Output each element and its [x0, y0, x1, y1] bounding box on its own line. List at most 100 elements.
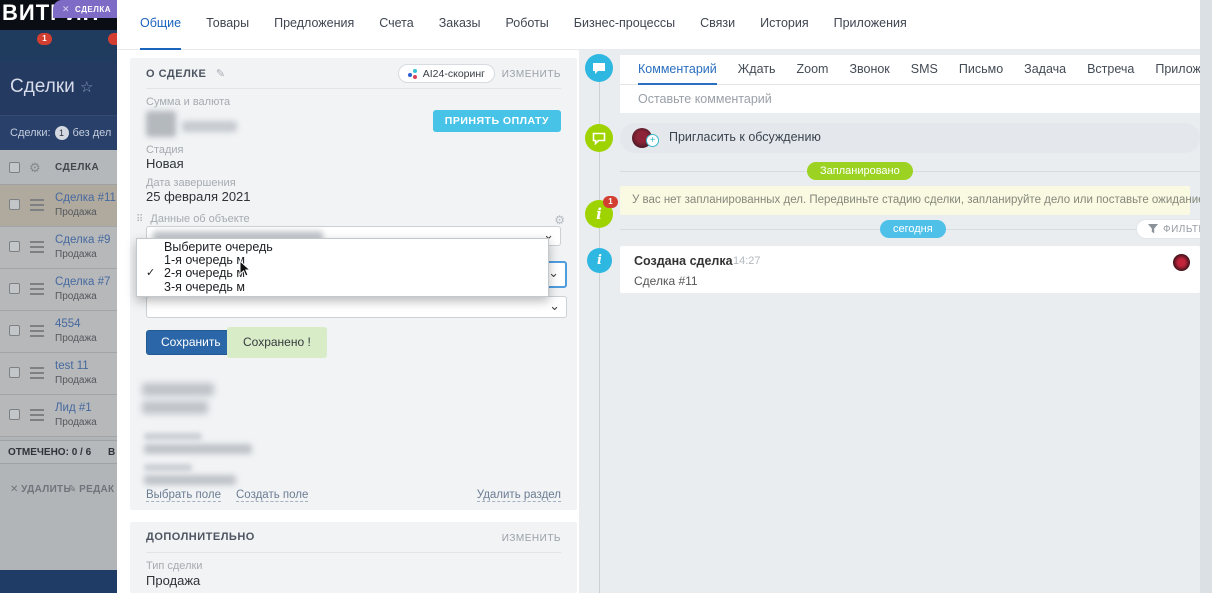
deal-link[interactable]: Сделка #11: [55, 192, 116, 204]
tab-biznes-processy[interactable]: Бизнес-процессы: [574, 0, 675, 50]
deal-link[interactable]: Сделка #7: [55, 276, 110, 288]
table-row[interactable]: Сделка #9 Продажа: [0, 227, 117, 269]
redacted-value: [144, 444, 252, 454]
saved-status-badge: Сохранено !: [227, 327, 327, 358]
today-badge[interactable]: сегодня: [880, 220, 946, 238]
counter-badge: 1: [54, 126, 69, 140]
tab-prilozheniya[interactable]: Приложения: [834, 0, 907, 50]
object-select-3[interactable]: ⌄: [146, 296, 567, 318]
table-row[interactable]: test 11 Продажа: [0, 353, 117, 395]
edit-section-link[interactable]: ИЗМЕНИТЬ: [502, 69, 561, 80]
row-checkbox[interactable]: [9, 241, 20, 252]
menu-icon[interactable]: [30, 241, 44, 256]
comment-placeholder: Оставьте комментарий: [638, 92, 772, 106]
stage-value[interactable]: Новая: [146, 156, 184, 171]
invite-label: Пригласить к обсуждению: [669, 130, 821, 144]
menu-icon[interactable]: [30, 283, 44, 298]
star-icon[interactable]: ☆: [80, 79, 93, 96]
table-row[interactable]: 4554 Продажа: [0, 311, 117, 353]
accept-payment-button[interactable]: ПРИНЯТЬ ОПЛАТУ: [432, 110, 561, 132]
delete-section-link[interactable]: Удалить раздел: [476, 489, 561, 502]
ai-scoring-icon: [407, 68, 418, 79]
deal-browser-tab[interactable]: ✕ СДЕЛКА: [53, 0, 117, 18]
invite-to-discussion[interactable]: + Пригласить к обсуждению: [620, 123, 1200, 153]
page-title: Сделки: [10, 76, 75, 97]
comment-bubble-icon: [585, 54, 613, 82]
redacted-field: [142, 383, 214, 396]
tl-tab-sms[interactable]: SMS: [911, 55, 938, 85]
event-time: 14:27: [733, 255, 761, 267]
row-checkbox[interactable]: [9, 283, 20, 294]
row-checkbox[interactable]: [9, 367, 20, 378]
close-icon[interactable]: ✕: [62, 4, 70, 15]
tab-zakazy[interactable]: Заказы: [439, 0, 481, 50]
tab-predlozheniya[interactable]: Предложения: [274, 0, 354, 50]
tab-roboty[interactable]: Роботы: [506, 0, 549, 50]
tab-tovary[interactable]: Товары: [206, 0, 249, 50]
gear-icon[interactable]: ⚙: [29, 160, 41, 176]
planned-badge: Запланировано: [807, 162, 913, 180]
tl-tab-call[interactable]: Звонок: [849, 55, 889, 85]
tab-svyazi[interactable]: Связи: [700, 0, 735, 50]
table-row[interactable]: Сделка #7 Продажа: [0, 269, 117, 311]
save-button[interactable]: Сохранить: [146, 330, 236, 355]
table-row[interactable]: Лид #1 Продажа: [0, 395, 117, 437]
counter-label: Сделки:: [10, 127, 51, 139]
deal-info-card: О СДЕЛКЕ ✎ AI24-скоринг ИЗМЕНИТЬ Сумма и…: [130, 58, 577, 510]
tl-tab-meeting[interactable]: Встреча: [1087, 55, 1134, 85]
menu-icon[interactable]: [30, 367, 44, 382]
delete-icon: ✕: [10, 484, 19, 495]
tl-tab-comment[interactable]: Комментарий: [638, 55, 717, 85]
planned-empty-notice: У вас нет запланированных дел. Передвинь…: [620, 186, 1208, 215]
object-data-row: ⠿ Данные об объекте ⚙: [136, 213, 565, 227]
row-checkbox[interactable]: [9, 325, 20, 336]
select-field-link[interactable]: Выбрать поле: [146, 489, 221, 502]
redacted-currency: [182, 121, 237, 132]
tab-obschie[interactable]: Общие: [140, 0, 182, 50]
chat-bubble-icon: [585, 124, 613, 152]
tl-tab-letter[interactable]: Письмо: [959, 55, 1003, 85]
deal-type-value[interactable]: Продажа: [146, 573, 200, 588]
gear-icon[interactable]: ⚙: [554, 213, 565, 227]
plus-icon: +: [646, 134, 659, 147]
funnel-icon: [1148, 224, 1158, 234]
section-title: О СДЕЛКЕ: [146, 68, 207, 80]
row-checkbox[interactable]: [9, 409, 20, 420]
comment-input[interactable]: Оставьте комментарий: [620, 85, 1200, 113]
create-field-link[interactable]: Создать поле: [236, 489, 309, 502]
deal-type: Продажа: [55, 417, 97, 428]
menu-icon[interactable]: [30, 409, 44, 424]
deal-link[interactable]: Лид #1: [55, 402, 92, 414]
edit-section-link[interactable]: ИЗМЕНИТЬ: [502, 533, 561, 544]
column-header-deal[interactable]: СДЕЛКА: [55, 162, 99, 173]
total-label: В: [108, 447, 116, 458]
ai-scoring-button[interactable]: AI24-скоринг: [397, 64, 495, 83]
row-checkbox[interactable]: [9, 199, 20, 210]
tab-scheta[interactable]: Счета: [379, 0, 413, 50]
deal-link[interactable]: Сделка #9: [55, 234, 110, 246]
timeline-event-card[interactable]: Создана сделка 14:27 Сделка #11: [620, 246, 1200, 293]
marked-row: ОТМЕЧЕНО: 0 / 6 В: [0, 440, 117, 464]
queue-dropdown: Выберите очередь 1-я очередь м ✓ 2-я оче…: [136, 238, 549, 297]
tl-tab-zoom[interactable]: Zoom: [797, 55, 829, 85]
select-all-checkbox[interactable]: [9, 162, 20, 173]
menu-icon[interactable]: [30, 199, 44, 214]
tab-istoriya[interactable]: История: [760, 0, 808, 50]
table-row[interactable]: Сделка #11 Продажа: [0, 185, 117, 227]
tl-tab-wait[interactable]: Ждать: [738, 55, 776, 85]
event-title: Создана сделка: [634, 254, 733, 268]
edit-button[interactable]: ✎ РЕДАК: [68, 484, 114, 495]
chevron-down-icon: ⌄: [548, 265, 559, 281]
deal-link[interactable]: test 11: [55, 360, 89, 372]
delete-button[interactable]: ✕ УДАЛИТЬ: [10, 484, 71, 495]
deal-link[interactable]: 4554: [55, 318, 81, 330]
menu-icon[interactable]: [30, 325, 44, 340]
tl-tab-task[interactable]: Задача: [1024, 55, 1066, 85]
page-scroll-gutter[interactable]: [1200, 0, 1212, 593]
deal-type: Продажа: [55, 207, 97, 218]
drag-handle-icon[interactable]: ⠿: [136, 214, 143, 225]
pencil-icon[interactable]: ✎: [216, 68, 226, 80]
dropdown-option[interactable]: 3-я очередь м: [137, 280, 548, 294]
date-value[interactable]: 25 февраля 2021: [146, 189, 251, 204]
app-window: ВИТРИН ✕ СДЕЛКА Лиды 1 Сделки Сделки ☆ С…: [0, 0, 1212, 593]
